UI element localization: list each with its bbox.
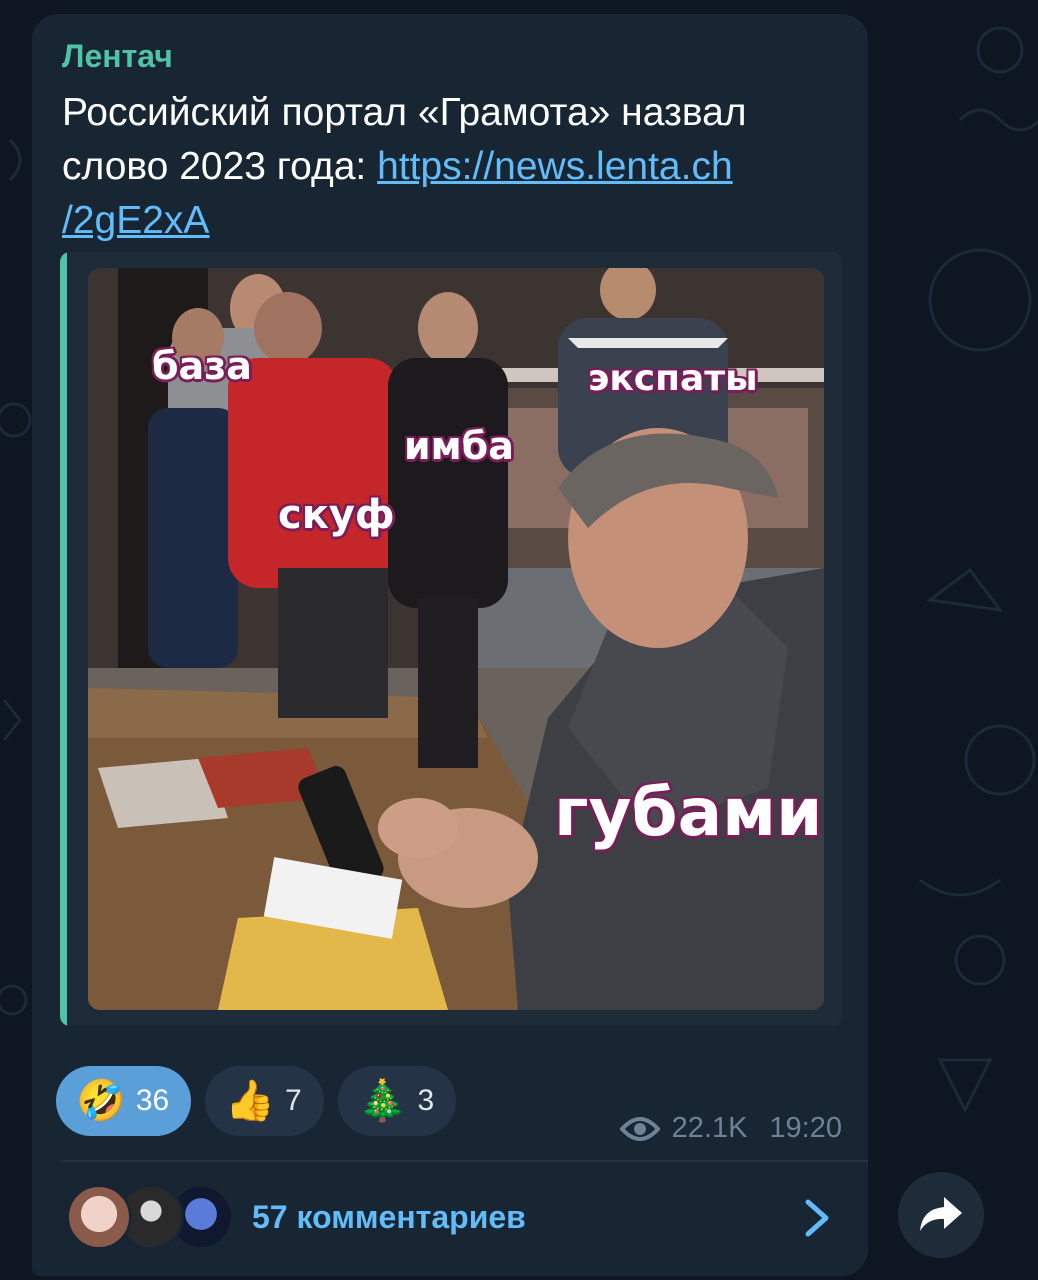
thumbs-up-emoji-icon: 👍 — [225, 1079, 275, 1123]
chevron-right-icon — [805, 1199, 829, 1237]
message-time: 19:20 — [769, 1112, 842, 1144]
view-count: 22.1K — [671, 1112, 748, 1144]
post-link-continued[interactable]: /2gE2xA — [62, 199, 209, 242]
comments-button[interactable]: 57 комментариев — [62, 1170, 842, 1264]
meme-label-skuf: скуф — [278, 492, 395, 538]
meme-label-ekspaty: экспаты — [588, 358, 758, 399]
post-text: Российский портал «Грамота» назвал слово… — [62, 86, 842, 248]
reaction-christmas-tree[interactable]: 🎄 3 — [337, 1066, 457, 1136]
reaction-rofl[interactable]: 🤣 36 — [56, 1066, 192, 1136]
message-meta: 22.1K 19:20 — [619, 1112, 842, 1145]
reactions-bar: 🤣 36 👍 7 🎄 3 — [56, 1066, 457, 1136]
reaction-count: 7 — [285, 1084, 302, 1117]
reaction-count: 3 — [417, 1084, 435, 1117]
commenter-avatars — [62, 1184, 234, 1250]
rofl-emoji-icon: 🤣 — [76, 1079, 126, 1123]
eye-icon — [619, 1116, 660, 1141]
preview-accent-bar — [60, 252, 67, 1026]
channel-name[interactable]: Лентач — [62, 38, 173, 75]
christmas-tree-emoji-icon: 🎄 — [357, 1079, 408, 1123]
comments-count-label: 57 комментариев — [252, 1198, 526, 1235]
avatar — [66, 1184, 132, 1250]
meme-label-gubami: губами — [554, 774, 823, 851]
share-button[interactable] — [898, 1172, 984, 1258]
post-link[interactable]: https://news.lenta.ch — [377, 145, 733, 188]
comments-divider — [62, 1160, 868, 1162]
media-image[interactable]: база экспаты имба скуф губами — [88, 268, 824, 1010]
meme-label-baza: база — [152, 344, 252, 388]
share-arrow-icon — [920, 1197, 962, 1231]
reaction-thumbs-up[interactable]: 👍 7 — [205, 1066, 324, 1136]
meme-label-imba: имба — [404, 424, 514, 468]
link-preview[interactable]: база экспаты имба скуф губами — [60, 252, 842, 1026]
reaction-count: 36 — [135, 1084, 170, 1117]
